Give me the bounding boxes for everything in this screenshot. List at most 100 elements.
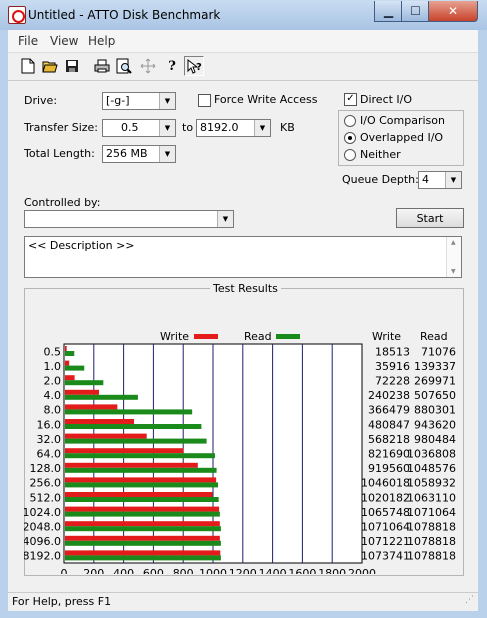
description-scrollbar[interactable]: ▲ ▼: [446, 237, 461, 277]
y-tick-label: 2.0: [44, 375, 62, 388]
y-tick-label: 16.0: [37, 418, 62, 431]
new-icon[interactable]: [18, 56, 38, 76]
read-value: 1071064: [407, 506, 456, 519]
read-bar: [65, 467, 217, 473]
force-write-checkbox[interactable]: [198, 94, 211, 107]
read-bar: [65, 424, 202, 429]
write-bar: [65, 404, 118, 410]
write-value: 240238: [368, 389, 410, 402]
write-value: 568218: [368, 433, 410, 446]
chevron-down-icon[interactable]: ▼: [254, 120, 270, 136]
total-length-select[interactable]: 256 MB ▼: [102, 145, 176, 163]
title-bar[interactable]: Untitled - ATTO Disk Benchmark ▁ ☐ ✕: [0, 0, 487, 30]
status-bar: For Help, press F1 ⋰: [8, 592, 478, 611]
read-bar: [65, 526, 221, 532]
chevron-down-icon[interactable]: ▼: [445, 172, 461, 188]
chevron-down-icon[interactable]: ▼: [159, 146, 175, 162]
help-icon[interactable]: ?: [162, 56, 182, 76]
y-tick-label: 256.0: [30, 477, 62, 490]
queue-depth-select[interactable]: 4 ▼: [418, 171, 462, 189]
chevron-down-icon[interactable]: ▼: [217, 211, 233, 227]
drive-label: Drive:: [24, 94, 58, 107]
write-column-header: Write: [372, 330, 401, 343]
open-icon[interactable]: [40, 56, 60, 76]
description-field[interactable]: << Description >> ▲ ▼: [24, 236, 462, 278]
start-button[interactable]: Start: [396, 208, 464, 228]
queue-depth-value: 4: [422, 173, 429, 186]
read-column-header: Read: [420, 330, 448, 343]
read-value: 1078818: [407, 535, 456, 548]
force-write-label: Force Write Access: [214, 93, 318, 106]
menu-file[interactable]: File: [18, 34, 38, 48]
neither-radio[interactable]: [344, 149, 356, 161]
x-tick-label: 1200: [229, 567, 257, 574]
write-bar: [65, 550, 221, 556]
y-tick-label: 64.0: [37, 448, 62, 461]
drive-select[interactable]: [-g-] ▼: [102, 92, 176, 110]
read-bar: [65, 511, 220, 517]
transfer-size-from-select[interactable]: 0.5 ▼: [102, 119, 176, 137]
write-bar: [65, 419, 135, 424]
write-bar: [65, 433, 147, 439]
x-tick-label: 2000: [348, 567, 376, 574]
write-bar: [65, 389, 100, 395]
read-value: 1078818: [407, 550, 456, 563]
neither-label: Neither: [360, 148, 401, 161]
y-tick-label: 2048.0: [24, 521, 61, 534]
scroll-down-icon[interactable]: ▼: [451, 268, 456, 275]
kb-label: KB: [280, 121, 295, 134]
legend-read-label: Read: [244, 330, 272, 343]
print-preview-icon[interactable]: [114, 56, 134, 76]
overlapped-io-radio[interactable]: [344, 132, 356, 144]
close-button[interactable]: ✕: [428, 1, 478, 22]
scroll-up-icon[interactable]: ▲: [451, 239, 456, 246]
legend-read-swatch: [276, 334, 300, 339]
write-bar: [65, 462, 198, 468]
maximize-button[interactable]: ☐: [401, 1, 430, 22]
write-value: 1073741: [361, 550, 410, 563]
io-comparison-radio[interactable]: [344, 115, 356, 127]
window-title: Untitled - ATTO Disk Benchmark: [28, 8, 221, 22]
controlled-by-select[interactable]: ▼: [24, 210, 234, 228]
y-tick-label: 1024.0: [24, 506, 61, 519]
x-tick-label: 200: [83, 567, 104, 574]
read-bar: [65, 555, 221, 561]
write-value: 35916: [375, 360, 410, 373]
write-value: 366479: [368, 404, 410, 417]
save-icon[interactable]: [62, 56, 82, 76]
write-bar: [65, 360, 70, 366]
atto-app-icon[interactable]: [8, 6, 26, 24]
write-value: 480847: [368, 418, 410, 431]
read-bar: [65, 409, 193, 415]
resize-grip-icon[interactable]: ⋰: [465, 595, 474, 605]
write-bar: [65, 492, 213, 497]
x-tick-label: 1400: [259, 567, 287, 574]
chevron-down-icon[interactable]: ▼: [159, 120, 175, 136]
write-value: 1020182: [361, 491, 410, 504]
write-value: 1046018: [361, 477, 410, 490]
write-value: 919560: [368, 462, 410, 475]
chevron-down-icon[interactable]: ▼: [159, 93, 175, 109]
write-bar: [65, 375, 75, 381]
read-value: 1036808: [407, 448, 456, 461]
menu-help[interactable]: Help: [88, 34, 115, 48]
write-value: 1065748: [361, 506, 410, 519]
write-bar: [65, 448, 184, 454]
x-tick-label: 1800: [318, 567, 346, 574]
controlled-by-label: Controlled by:: [24, 196, 101, 209]
transfer-size-to-select[interactable]: 8192.0 ▼: [196, 119, 271, 137]
context-help-icon[interactable]: ?: [184, 56, 204, 76]
drive-value: [-g-]: [106, 94, 130, 107]
menu-view[interactable]: View: [50, 34, 78, 48]
app-window: Untitled - ATTO Disk Benchmark ▁ ☐ ✕ Fil…: [0, 0, 487, 618]
overlapped-io-label: Overlapped I/O: [360, 131, 444, 144]
direct-io-checkbox[interactable]: ✓: [344, 93, 357, 106]
print-icon[interactable]: [92, 56, 112, 76]
write-bar: [65, 346, 67, 351]
write-bar: [65, 535, 220, 541]
minimize-button[interactable]: ▁: [374, 1, 403, 22]
read-bar: [65, 482, 219, 488]
read-value: 1063110: [407, 491, 456, 504]
y-tick-label: 512.0: [30, 491, 62, 504]
queue-depth-label: Queue Depth:: [342, 173, 419, 186]
